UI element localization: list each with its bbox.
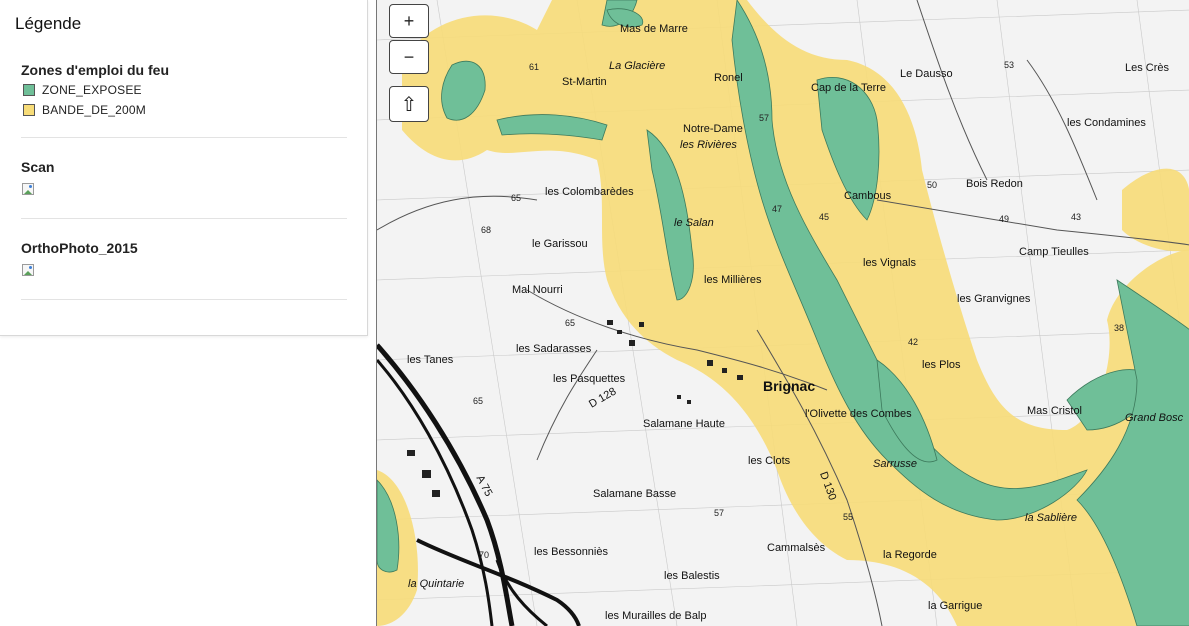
map-place-label: Sarrusse xyxy=(873,458,918,470)
map-place-label: les Condamines xyxy=(1067,117,1146,129)
map-place-label: la Quintarie xyxy=(408,578,465,590)
map-place-label: Ronel xyxy=(714,72,743,84)
map-place-label: Salamane Basse xyxy=(593,488,677,500)
map-place-label: l'Olivette des Combes xyxy=(805,408,912,420)
elevation-label: 65 xyxy=(511,193,522,203)
map-place-label: Brignac xyxy=(763,378,816,394)
map-place-label: les Pasquettes xyxy=(553,373,626,385)
map-place-label: la Garrigue xyxy=(928,600,983,612)
elevation-label: 61 xyxy=(529,62,540,72)
map-place-label: les Murailles de Balp xyxy=(605,610,707,622)
elevation-label: 53 xyxy=(1004,60,1015,70)
map-place-label: les Clots xyxy=(748,455,791,467)
map-place-label: Mas de Marre xyxy=(620,23,688,35)
map-place-label: Mal Nourri xyxy=(512,284,563,296)
map-place-label: les Bessonniès xyxy=(534,546,608,558)
map-place-label: Le Dausso xyxy=(900,68,953,80)
elevation-label: 55 xyxy=(843,512,854,522)
section-title: Zones d'emploi du feu xyxy=(21,62,169,78)
elevation-label: 38 xyxy=(1114,323,1125,333)
zoom-out-button[interactable]: − xyxy=(389,40,429,74)
map-place-label: Salamane Haute xyxy=(643,418,725,430)
elevation-label: 49 xyxy=(999,214,1010,224)
zone-exposee-swatch xyxy=(23,84,35,96)
legend-item-label: BANDE_DE_200M xyxy=(42,103,146,117)
elevation-label: 42 xyxy=(908,337,919,347)
home-extent-button[interactable]: ⇧ xyxy=(389,86,429,122)
map-place-label: les Granvignes xyxy=(957,293,1031,305)
map-place-label: Cambous xyxy=(844,190,892,202)
bande-200m-swatch xyxy=(23,104,35,116)
broken-image-icon xyxy=(21,262,37,278)
zoom-in-button[interactable]: + xyxy=(389,4,429,38)
map-place-label: Les Crès xyxy=(1125,62,1170,74)
map-place-label: la Regorde xyxy=(883,549,937,561)
map-place-label: Bois Redon xyxy=(966,178,1023,190)
map-place-label: Mas Cristol xyxy=(1027,405,1083,417)
map-place-label: Cap de la Terre xyxy=(811,82,887,94)
map-view[interactable]: Mas de Marre Ronel Le Dausso Les Crès La… xyxy=(376,0,1189,626)
legend-section-orthophoto: OrthoPhoto_2015 xyxy=(21,240,347,300)
map-place-label: la Sablière xyxy=(1025,512,1077,524)
map-place-label: les Tanes xyxy=(407,354,454,366)
map-place-label: les Rivières xyxy=(680,139,737,151)
elevation-label: 50 xyxy=(927,180,938,190)
legend-section-zones: Zones d'emploi du feu ZONE_EXPOSEE BANDE… xyxy=(21,62,347,138)
elevation-label: 57 xyxy=(714,508,725,518)
section-title: OrthoPhoto_2015 xyxy=(21,240,138,256)
elevation-label: 45 xyxy=(819,212,830,222)
elevation-label: 70 xyxy=(479,550,490,560)
elevation-label: 68 xyxy=(481,225,492,235)
map-place-label: Camp Tieulles xyxy=(1019,246,1089,258)
elevation-label: 43 xyxy=(1071,212,1082,222)
map-place-label: La Glacière xyxy=(609,60,666,72)
map-place-label: les Colombarèdes xyxy=(545,186,634,198)
legend-item-zone-exposee: ZONE_EXPOSEE xyxy=(21,82,347,98)
broken-image-icon xyxy=(21,181,37,197)
elevation-label: 65 xyxy=(473,396,484,406)
legend-item-label: ZONE_EXPOSEE xyxy=(42,83,142,97)
map-place-label: les Vignals xyxy=(863,257,916,269)
map-canvas xyxy=(377,0,1189,626)
map-place-label: les Millières xyxy=(704,274,762,286)
map-place-label: les Sadarasses xyxy=(516,343,592,355)
elevation-label: 65 xyxy=(565,318,576,328)
map-place-label: Cammalsès xyxy=(767,542,826,554)
map-place-label: les Balestis xyxy=(664,570,720,582)
elevation-label: 57 xyxy=(759,113,770,123)
legend-section-scan: Scan xyxy=(21,159,347,219)
elevation-label: 47 xyxy=(772,204,783,214)
map-place-label: le Salan xyxy=(674,217,714,229)
legend-title: Légende xyxy=(15,14,82,33)
map-place-label: St-Martin xyxy=(562,76,607,88)
legend-item-bande-200m: BANDE_DE_200M xyxy=(21,102,347,118)
map-place-label: Grand Bosc xyxy=(1125,412,1184,424)
legend-panel: Légende Zones d'emploi du feu ZONE_EXPOS… xyxy=(0,0,368,336)
map-place-label: le Garissou xyxy=(532,238,588,250)
section-title: Scan xyxy=(21,159,55,175)
map-place-label: Notre-Dame xyxy=(683,123,743,135)
map-place-label: les Plos xyxy=(922,359,961,371)
